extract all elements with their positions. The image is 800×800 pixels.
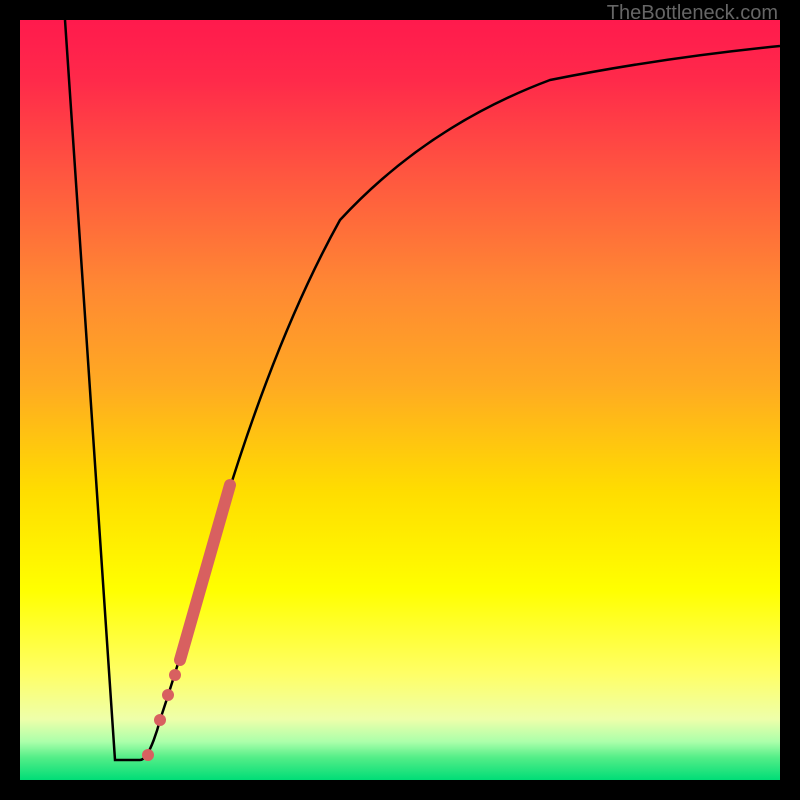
- highlight-dot: [154, 714, 166, 726]
- highlight-segment: [180, 485, 230, 660]
- main-curve: [65, 20, 780, 760]
- highlight-dot: [142, 749, 154, 761]
- watermark-text: TheBottleneck.com: [607, 2, 778, 25]
- plot-area: [20, 20, 780, 780]
- highlight-dot: [162, 689, 174, 701]
- chart-container: TheBottleneck.com: [0, 0, 800, 800]
- bottleneck-curve-svg: [20, 20, 780, 780]
- highlight-dot: [169, 669, 181, 681]
